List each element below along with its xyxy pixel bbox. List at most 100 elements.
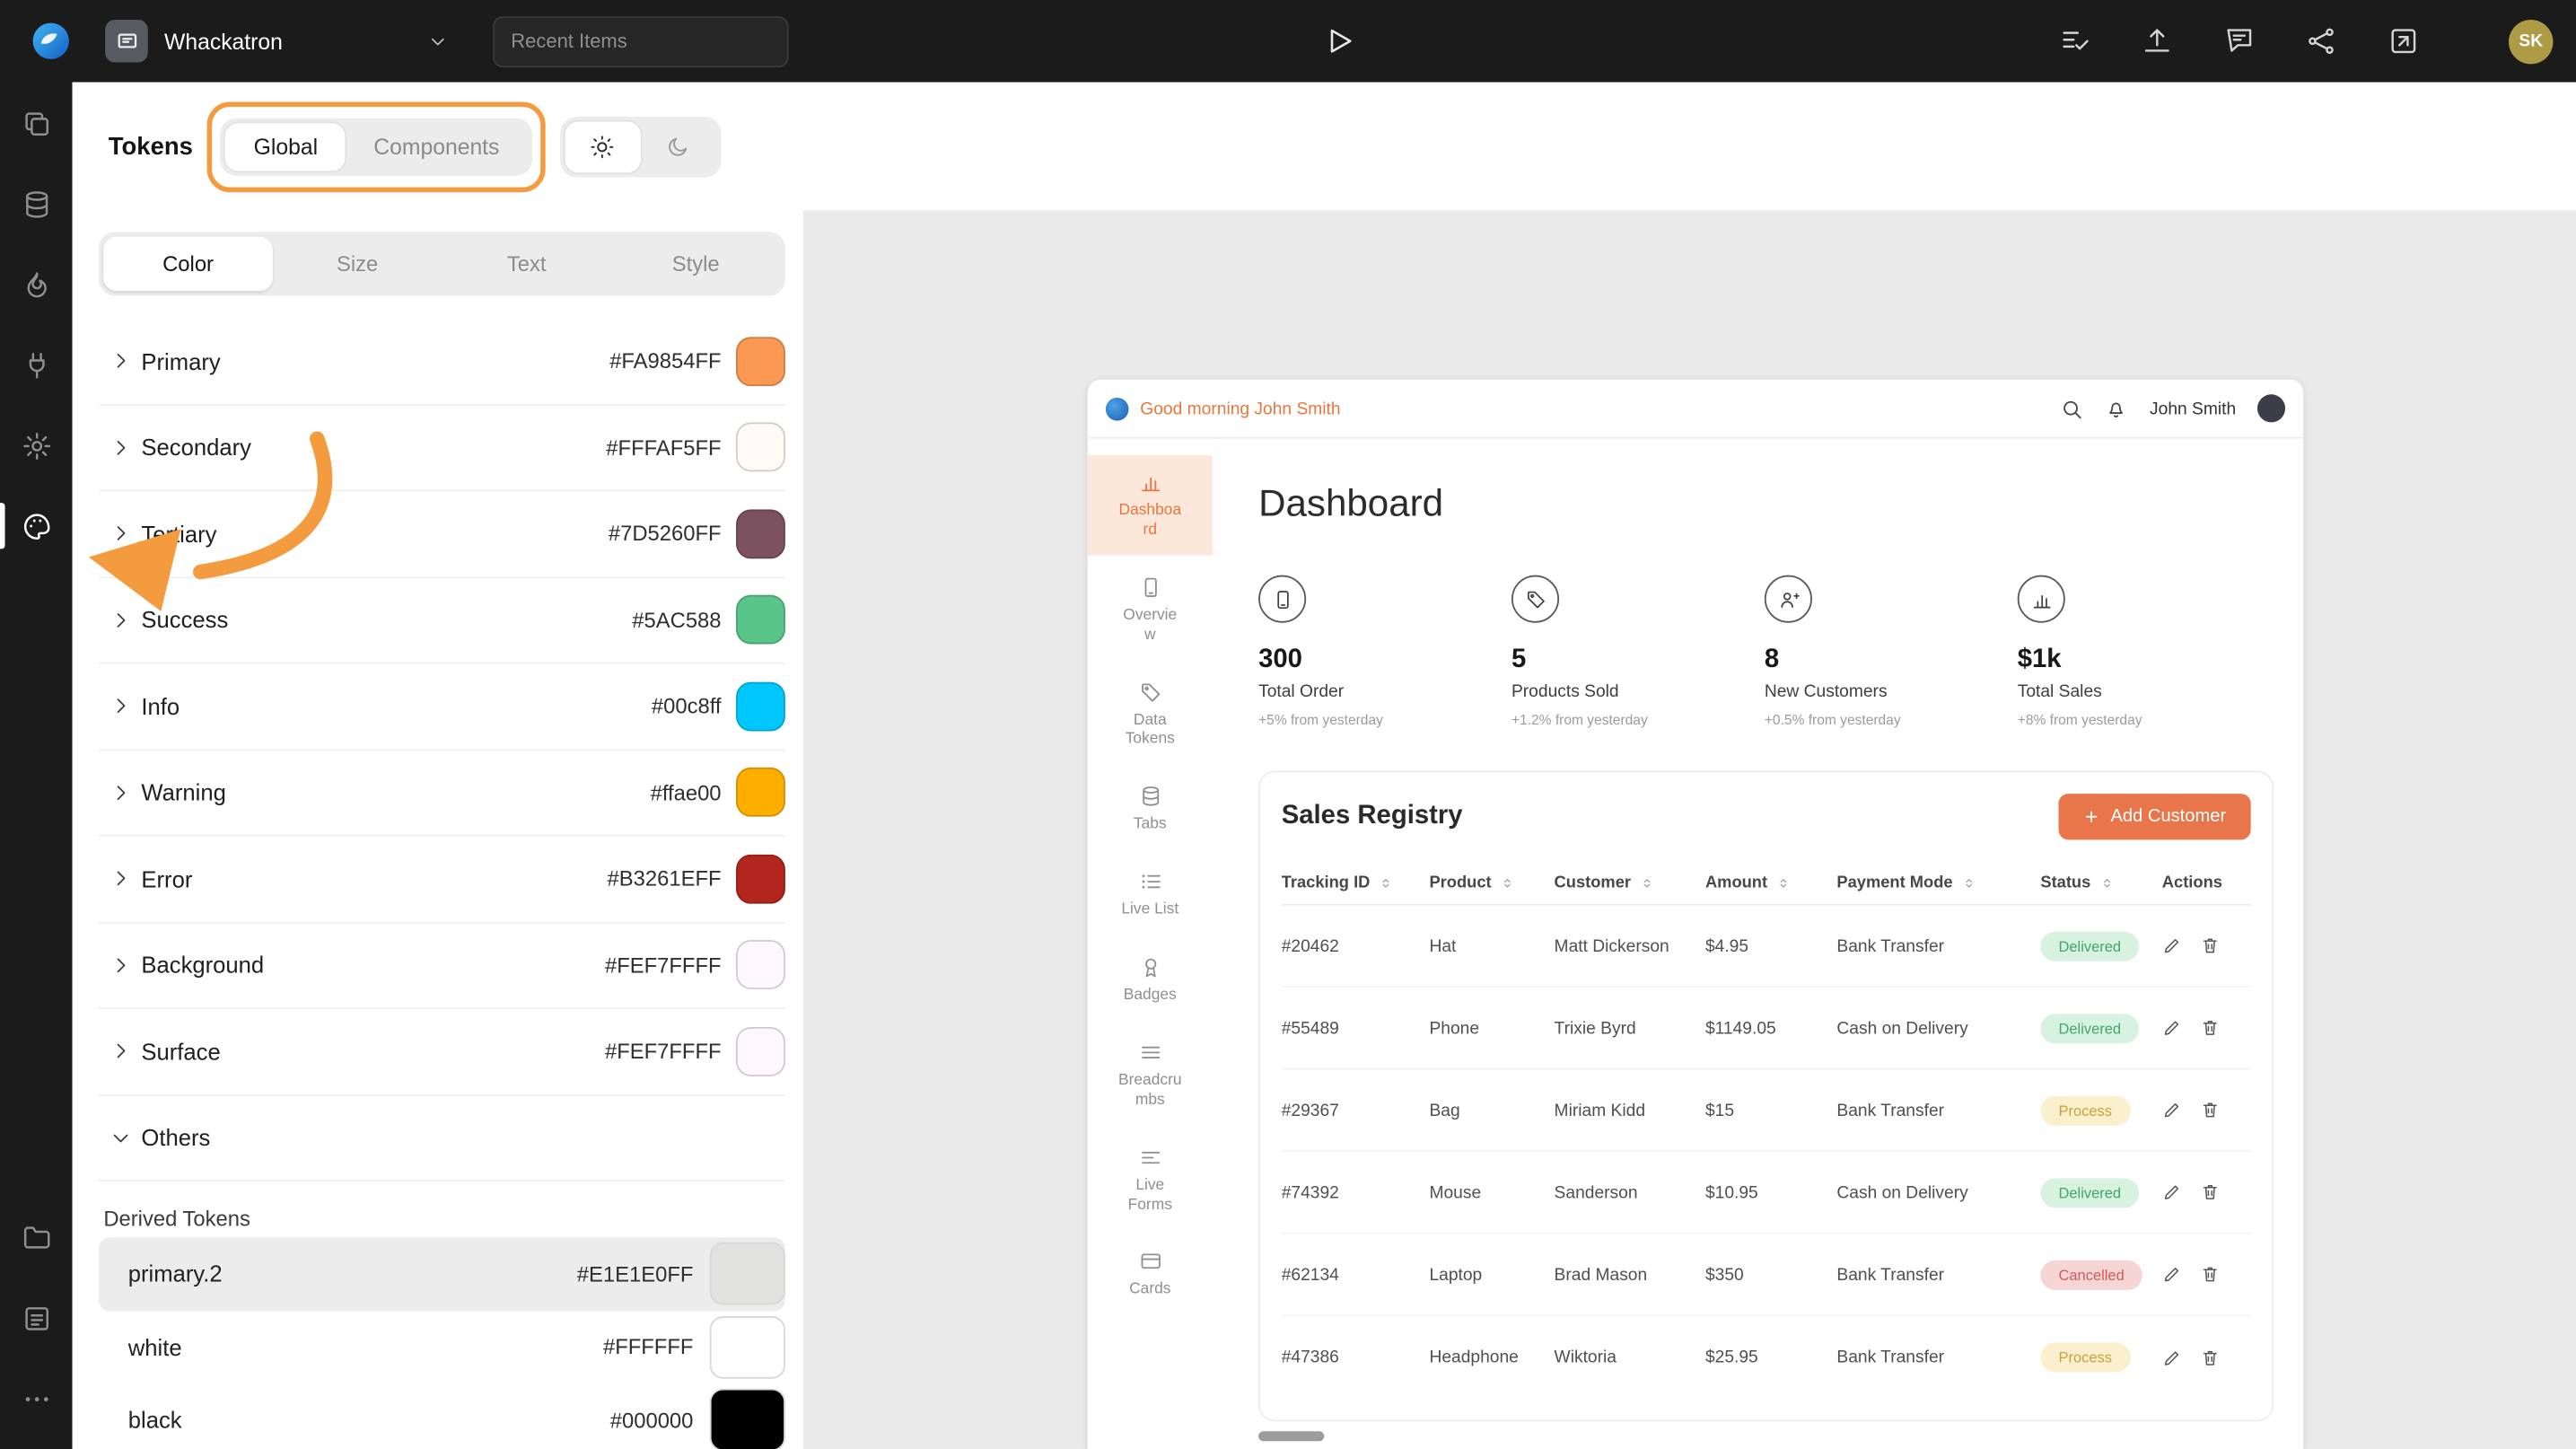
edit-icon[interactable] xyxy=(2162,1347,2183,1367)
sort-icon[interactable] xyxy=(1379,874,1393,892)
table-row[interactable]: #55489 Phone Trixie Byrd $1149.05 Cash o… xyxy=(1282,988,2251,1070)
token-color-swatch[interactable] xyxy=(736,681,785,731)
preview-nav-overview[interactable]: Overview xyxy=(1088,560,1213,660)
token-color-swatch[interactable] xyxy=(736,509,785,558)
delete-icon[interactable] xyxy=(2199,1347,2220,1367)
preview-nav-tabs[interactable]: Tabs xyxy=(1088,769,1213,849)
token-color-swatch[interactable] xyxy=(710,1316,785,1379)
rail-pages[interactable] xyxy=(0,87,73,160)
token-row-error[interactable]: Error #B3261EFF xyxy=(99,837,785,923)
rail-theme-tokens[interactable] xyxy=(0,489,73,562)
rail-logs[interactable] xyxy=(0,1282,73,1355)
derived-token-row-black[interactable]: black #000000 xyxy=(99,1383,785,1449)
stat-cards: 300 Total Order +5% from yesterday 5 Pro… xyxy=(1258,575,2274,728)
token-color-swatch[interactable] xyxy=(710,1389,785,1449)
nav-label: Live Forms xyxy=(1118,1176,1182,1215)
rail-more[interactable] xyxy=(0,1362,73,1435)
tab-color[interactable]: Color xyxy=(103,237,273,291)
preview-nav-dashboard[interactable]: Dashboard xyxy=(1088,455,1213,555)
sort-icon[interactable] xyxy=(1775,874,1790,892)
token-color-swatch[interactable] xyxy=(736,768,785,817)
play-button[interactable] xyxy=(1324,24,1355,57)
preview-nav-live-list[interactable]: Live List xyxy=(1088,855,1213,935)
table-row[interactable]: #20462 Hat Matt Dickerson $4.95 Bank Tra… xyxy=(1282,906,2251,988)
token-row-warning[interactable]: Warning #ffae00 xyxy=(99,751,785,837)
preview-nav-data-tokens[interactable]: Data Tokens xyxy=(1088,664,1213,764)
rail-connections[interactable] xyxy=(0,329,73,401)
col-amount[interactable]: Amount xyxy=(1705,874,1836,892)
token-row-tertiary[interactable]: Tertiary #7D5260FF xyxy=(99,491,785,577)
table-row[interactable]: #62134 Laptop Brad Mason $350 Bank Trans… xyxy=(1282,1234,2251,1317)
preview-nav-live-forms[interactable]: Live Forms xyxy=(1088,1130,1213,1230)
dark-mode-button[interactable] xyxy=(641,121,716,172)
add-customer-button[interactable]: Add Customer xyxy=(2058,794,2251,839)
scope-tab-components[interactable]: Components xyxy=(346,122,527,170)
edit-icon[interactable] xyxy=(2162,1017,2183,1038)
token-color-swatch[interactable] xyxy=(736,940,785,989)
chevron-down-icon[interactable] xyxy=(427,31,449,52)
derived-token-row-primary2[interactable]: primary.2 #E1E1E0FF xyxy=(99,1237,785,1310)
comments-icon[interactable] xyxy=(2223,24,2256,57)
token-color-swatch[interactable] xyxy=(710,1243,785,1305)
search-icon[interactable] xyxy=(2061,397,2084,420)
table-row[interactable]: #47386 Headphone Wiktoria $25.95 Bank Tr… xyxy=(1282,1316,2251,1399)
preview-avatar[interactable] xyxy=(2257,394,2285,422)
token-row-surface[interactable]: Surface #FEF7FFFF xyxy=(99,1009,785,1095)
token-row-primary[interactable]: Primary #FA9854FF xyxy=(99,319,785,405)
token-row-success[interactable]: Success #5AC588 xyxy=(99,577,785,663)
light-mode-button[interactable] xyxy=(565,121,641,172)
horizontal-scrollbar-thumb[interactable] xyxy=(1258,1431,1324,1441)
edit-icon[interactable] xyxy=(2162,1182,2183,1203)
export-icon[interactable] xyxy=(2388,24,2421,57)
product-logo-icon[interactable] xyxy=(31,22,71,61)
sort-icon[interactable] xyxy=(1961,874,1976,892)
sort-icon[interactable] xyxy=(2098,874,2113,892)
token-group-others[interactable]: Others xyxy=(99,1095,785,1181)
preview-nav-cards[interactable]: Cards xyxy=(1088,1234,1213,1314)
col-payment-mode[interactable]: Payment Mode xyxy=(1836,874,2040,892)
col-customer[interactable]: Customer xyxy=(1555,874,1705,892)
rail-settings[interactable] xyxy=(0,409,73,482)
table-row[interactable]: #74392 Mouse Sanderson $10.95 Cash on De… xyxy=(1282,1152,2251,1234)
delete-icon[interactable] xyxy=(2199,1017,2220,1038)
delete-icon[interactable] xyxy=(2199,1182,2220,1203)
table-row[interactable]: #29367 Bag Miriam Kidd $15 Bank Transfer… xyxy=(1282,1070,2251,1153)
project-icon[interactable] xyxy=(105,20,148,63)
token-color-swatch[interactable] xyxy=(736,854,785,903)
token-color-swatch[interactable] xyxy=(736,337,785,386)
checklist-icon[interactable] xyxy=(2058,24,2091,57)
edit-icon[interactable] xyxy=(2162,1264,2183,1285)
col-tracking-id[interactable]: Tracking ID xyxy=(1282,874,1430,892)
user-avatar[interactable]: SK xyxy=(2509,19,2553,63)
delete-icon[interactable] xyxy=(2199,1264,2220,1285)
tab-style[interactable]: Style xyxy=(611,237,781,291)
recent-items-input[interactable] xyxy=(493,15,788,66)
col-product[interactable]: Product xyxy=(1429,874,1554,892)
rail-files[interactable] xyxy=(0,1201,73,1274)
delete-icon[interactable] xyxy=(2199,1100,2220,1120)
token-color-swatch[interactable] xyxy=(736,1027,785,1076)
scope-tab-global[interactable]: Global xyxy=(226,122,346,170)
delete-icon[interactable] xyxy=(2199,935,2220,956)
preview-nav-breadcrumbs[interactable]: Breadcrumbs xyxy=(1088,1025,1213,1125)
rail-data[interactable] xyxy=(0,168,73,241)
sort-icon[interactable] xyxy=(1500,874,1514,892)
edit-icon[interactable] xyxy=(2162,1100,2183,1120)
bell-icon[interactable] xyxy=(2106,397,2129,420)
upload-icon[interactable] xyxy=(2141,24,2174,57)
edit-icon[interactable] xyxy=(2162,935,2183,956)
token-row-info[interactable]: Info #00c8ff xyxy=(99,663,785,750)
col-status[interactable]: Status xyxy=(2040,874,2161,892)
token-color-swatch[interactable] xyxy=(736,595,785,645)
token-row-secondary[interactable]: Secondary #FFFAF5FF xyxy=(99,405,785,491)
preview-nav-badges[interactable]: Badges xyxy=(1088,940,1213,1020)
sort-icon[interactable] xyxy=(1639,874,1653,892)
token-row-background[interactable]: Background #FEF7FFFF xyxy=(99,923,785,1009)
rail-actions[interactable] xyxy=(0,248,73,321)
nav-label: Breadcrumbs xyxy=(1118,1071,1182,1110)
tab-size[interactable]: Size xyxy=(273,237,442,291)
tab-text[interactable]: Text xyxy=(442,237,611,291)
derived-token-row-white[interactable]: white #FFFFFF xyxy=(99,1311,785,1383)
share-nodes-icon[interactable] xyxy=(2305,24,2338,57)
token-color-swatch[interactable] xyxy=(736,423,785,472)
